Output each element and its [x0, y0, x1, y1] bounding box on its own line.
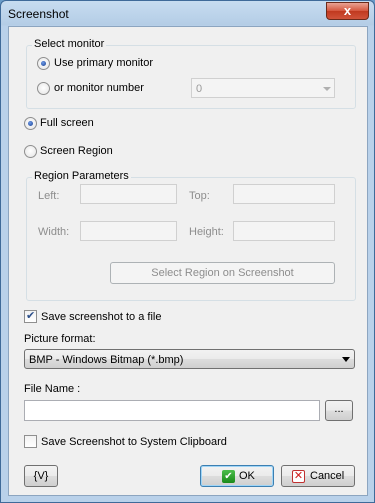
left-label: Left: — [38, 190, 60, 202]
ok-button[interactable]: ✔ OK — [200, 465, 274, 487]
clipboard-label[interactable]: Save Screenshot to System Clipboard — [41, 436, 227, 448]
use-primary-monitor-radio[interactable] — [37, 57, 50, 70]
height-label: Height: — [189, 226, 224, 238]
screen-region-label[interactable]: Screen Region — [40, 145, 113, 157]
chevron-down-icon — [342, 357, 350, 362]
file-name-label: File Name : — [24, 383, 81, 395]
close-icon: x — [343, 3, 352, 18]
title-bar[interactable]: Screenshot x — [1, 1, 374, 26]
select-monitor-group-label: Select monitor — [32, 38, 107, 50]
ok-button-label: OK — [239, 470, 255, 482]
dialog-body: Select monitor Use primary monitor or mo… — [8, 26, 368, 496]
width-label: Width: — [38, 226, 70, 238]
select-monitor-group — [26, 45, 356, 109]
browse-button[interactable]: ... — [325, 400, 353, 421]
picture-format-label: Picture format: — [24, 333, 96, 345]
screen-region-radio[interactable] — [24, 145, 37, 158]
height-input[interactable] — [233, 221, 335, 241]
file-name-input[interactable] — [24, 400, 320, 421]
variables-button[interactable]: {V} — [24, 465, 58, 487]
full-screen-label[interactable]: Full screen — [40, 117, 94, 129]
top-input[interactable] — [233, 184, 335, 204]
full-screen-radio[interactable] — [24, 117, 37, 130]
window-title: Screenshot — [8, 7, 69, 21]
width-input[interactable] — [80, 221, 177, 241]
cancel-button-label: Cancel — [310, 470, 345, 482]
region-parameters-group-label: Region Parameters — [32, 170, 131, 182]
monitor-number-radio[interactable] — [37, 82, 50, 95]
x-icon: ✕ — [292, 470, 305, 483]
cancel-button[interactable]: ✕ Cancel — [281, 465, 355, 487]
monitor-number-value: 0 — [196, 83, 203, 95]
save-to-file-label[interactable]: Save screenshot to a file — [41, 311, 161, 323]
picture-format-value: BMP - Windows Bitmap (*.bmp) — [29, 354, 184, 366]
check-icon: ✔ — [222, 470, 235, 483]
select-region-button[interactable]: Select Region on Screenshot — [110, 262, 335, 284]
picture-format-select[interactable]: BMP - Windows Bitmap (*.bmp) — [24, 349, 355, 369]
clipboard-checkbox[interactable] — [24, 435, 37, 448]
left-input[interactable] — [80, 184, 177, 204]
save-to-file-checkbox[interactable] — [24, 309, 37, 323]
chevron-down-icon — [323, 87, 331, 91]
close-button[interactable]: x — [326, 2, 369, 20]
use-primary-monitor-label[interactable]: Use primary monitor — [54, 57, 153, 69]
monitor-number-combo[interactable]: 0 — [191, 78, 335, 98]
monitor-number-label[interactable]: or monitor number — [54, 82, 144, 94]
screenshot-dialog: Screenshot x Select monitor Use primary … — [0, 0, 375, 503]
top-label: Top: — [189, 190, 210, 202]
